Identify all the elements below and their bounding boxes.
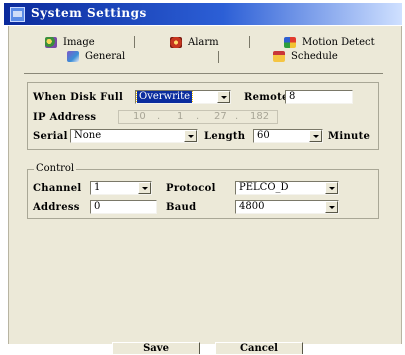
ip-octet-2: 1 (177, 111, 184, 122)
channel-value: 1 (94, 182, 101, 193)
motion-detect-icon (284, 36, 296, 48)
remote-label: Remote (244, 92, 289, 103)
baud-select[interactable]: 4800 (235, 200, 339, 214)
baud-value: 4800 (239, 201, 265, 212)
chevron-down-icon[interactable] (309, 130, 322, 142)
chevron-down-icon[interactable] (138, 182, 151, 194)
remote-input[interactable]: 8 (285, 90, 353, 104)
length-select[interactable]: 60 (253, 129, 323, 143)
chevron-down-icon[interactable] (325, 182, 338, 194)
serial-label: Serial (33, 131, 68, 142)
length-unit-label: Minute (328, 131, 371, 142)
control-group: Control Channel 1 Protocol PELCO_D Addre… (27, 163, 379, 219)
tab-content-general: When Disk Full Overwrite Remote 8 IP Add… (24, 73, 383, 344)
cancel-button[interactable]: Cancel (215, 342, 303, 354)
ip-address-field[interactable]: 10 . 1 . 27 . 182 (118, 110, 278, 124)
chevron-down-icon[interactable] (325, 201, 338, 213)
when-disk-full-select[interactable]: Overwrite (135, 90, 231, 104)
when-disk-full-value: Overwrite (136, 91, 194, 103)
tab-schedule-label: Schedule (291, 50, 338, 62)
serial-value: None (74, 130, 102, 141)
ip-address-label: IP Address (33, 112, 97, 123)
length-value: 60 (257, 130, 270, 141)
baud-label: Baud (166, 202, 197, 213)
tab-image[interactable]: Image (45, 35, 95, 49)
general-group: When Disk Full Overwrite Remote 8 IP Add… (27, 82, 379, 150)
window-app-icon (10, 7, 25, 22)
ip-octet-3: 27 (214, 111, 227, 122)
settings-panel: Image Alarm Motion Detect General Schedu… (8, 26, 402, 344)
protocol-value: PELCO_D (239, 182, 289, 193)
tab-motion-detect-label: Motion Detect (302, 36, 375, 48)
tab-general-label: General (85, 50, 126, 62)
schedule-icon (273, 50, 285, 62)
protocol-select[interactable]: PELCO_D (235, 181, 339, 195)
serial-select[interactable]: None (70, 129, 198, 143)
tab-schedule[interactable]: Schedule (273, 49, 338, 63)
ip-octet-1: 10 (133, 111, 146, 122)
tab-alarm-label: Alarm (188, 36, 219, 48)
tab-motion-detect[interactable]: Motion Detect (284, 35, 375, 49)
tab-divider (218, 51, 219, 63)
window-title: System Settings (31, 6, 147, 20)
image-icon (45, 36, 57, 48)
tab-divider (249, 36, 250, 48)
tab-general[interactable]: General (67, 49, 125, 63)
general-icon (67, 50, 79, 62)
channel-label: Channel (33, 183, 82, 194)
address-input[interactable]: 0 (90, 200, 157, 214)
channel-select[interactable]: 1 (90, 181, 152, 195)
title-bar[interactable]: System Settings (4, 3, 402, 25)
when-disk-full-label: When Disk Full (33, 92, 124, 103)
save-button[interactable]: Save (112, 342, 200, 354)
alarm-icon (170, 36, 182, 48)
tab-image-label: Image (63, 36, 95, 48)
chevron-down-icon[interactable] (217, 91, 230, 103)
control-legend: Control (34, 163, 77, 174)
length-label: Length (204, 131, 246, 142)
chevron-down-icon[interactable] (184, 130, 197, 142)
address-label: Address (33, 202, 80, 213)
tab-divider (134, 36, 135, 48)
tab-alarm[interactable]: Alarm (170, 35, 219, 49)
ip-octet-4: 182 (250, 111, 270, 122)
protocol-label: Protocol (166, 183, 216, 194)
